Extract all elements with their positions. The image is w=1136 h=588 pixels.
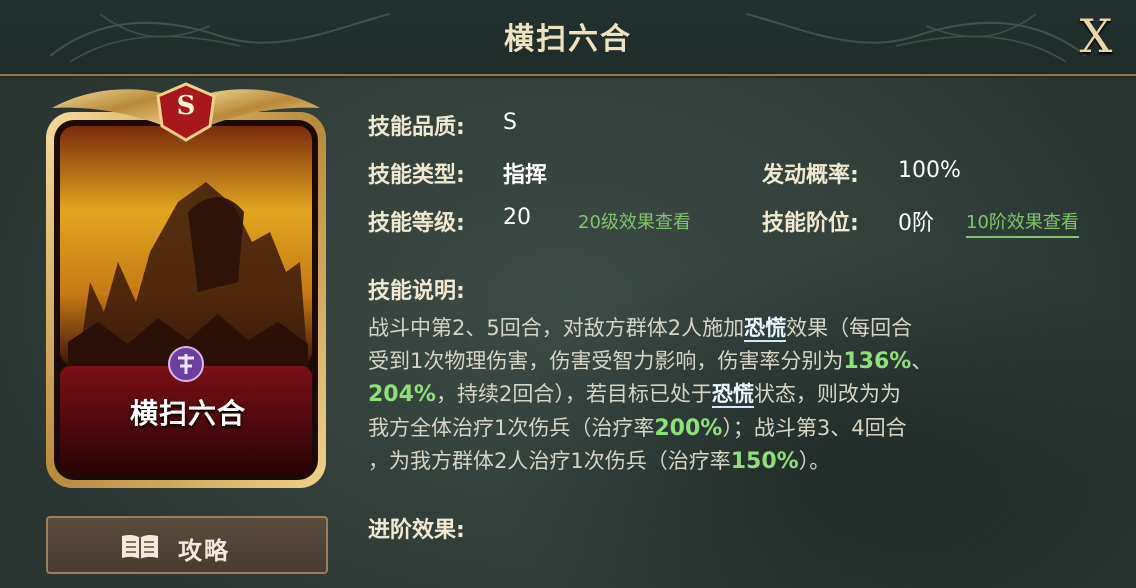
- quality-label: 技能品质:: [368, 115, 465, 140]
- panic-keyword-link[interactable]: 恐慌: [744, 316, 787, 342]
- page-title: 横扫六合: [504, 22, 632, 57]
- level-value: 20: [503, 205, 531, 230]
- rank-label: 技能阶位:: [762, 211, 859, 236]
- close-icon[interactable]: X: [1072, 10, 1120, 62]
- description-line: 受到1次物理伤害，伤害受智力影响，伤害率分别为136%、: [368, 348, 933, 374]
- probability-value: 100%: [898, 158, 961, 183]
- grade-letter: S: [176, 91, 196, 121]
- skill-description: 战斗中第2、5回合，对敌方群体2人施加恐慌效果（每回合 受到1次物理伤害，伤害受…: [368, 312, 1088, 479]
- rank-value: 0阶: [898, 211, 934, 236]
- panic-keyword-link[interactable]: 恐慌: [711, 382, 754, 408]
- probability-label: 发动概率:: [762, 163, 859, 188]
- strategy-button[interactable]: 攻略: [46, 516, 328, 574]
- description-line: 204%，持续2回合），若目标已处于恐慌状态，则改为为: [368, 382, 901, 408]
- level-label: 技能等级:: [368, 211, 465, 236]
- title-bar: 横扫六合 X: [0, 0, 1136, 76]
- skill-card: S 横扫六合: [38, 82, 334, 492]
- rank-effect-link[interactable]: 10阶效果查看: [966, 208, 1079, 238]
- book-icon: [122, 534, 158, 559]
- advance-effect-label: 进阶效果:: [368, 518, 465, 543]
- strategy-button-label: 攻略: [178, 537, 230, 565]
- quality-value: S: [503, 110, 517, 135]
- card-skill-name: 横扫六合: [129, 397, 246, 430]
- description-line: 战斗中第2、5回合，对敌方群体2人施加恐慌效果（每回合: [368, 316, 913, 342]
- type-label: 技能类型:: [368, 163, 465, 188]
- description-line: ，为我方群体2人治疗1次伤兵（治疗率150%）。: [368, 449, 831, 474]
- level-effect-link[interactable]: 20级效果查看: [578, 208, 691, 234]
- description-line: 我方全体治疗1次伤兵（治疗率200%）；战斗第3、4回合: [368, 415, 907, 441]
- type-value: 指挥: [503, 163, 548, 188]
- description-label: 技能说明:: [368, 279, 465, 304]
